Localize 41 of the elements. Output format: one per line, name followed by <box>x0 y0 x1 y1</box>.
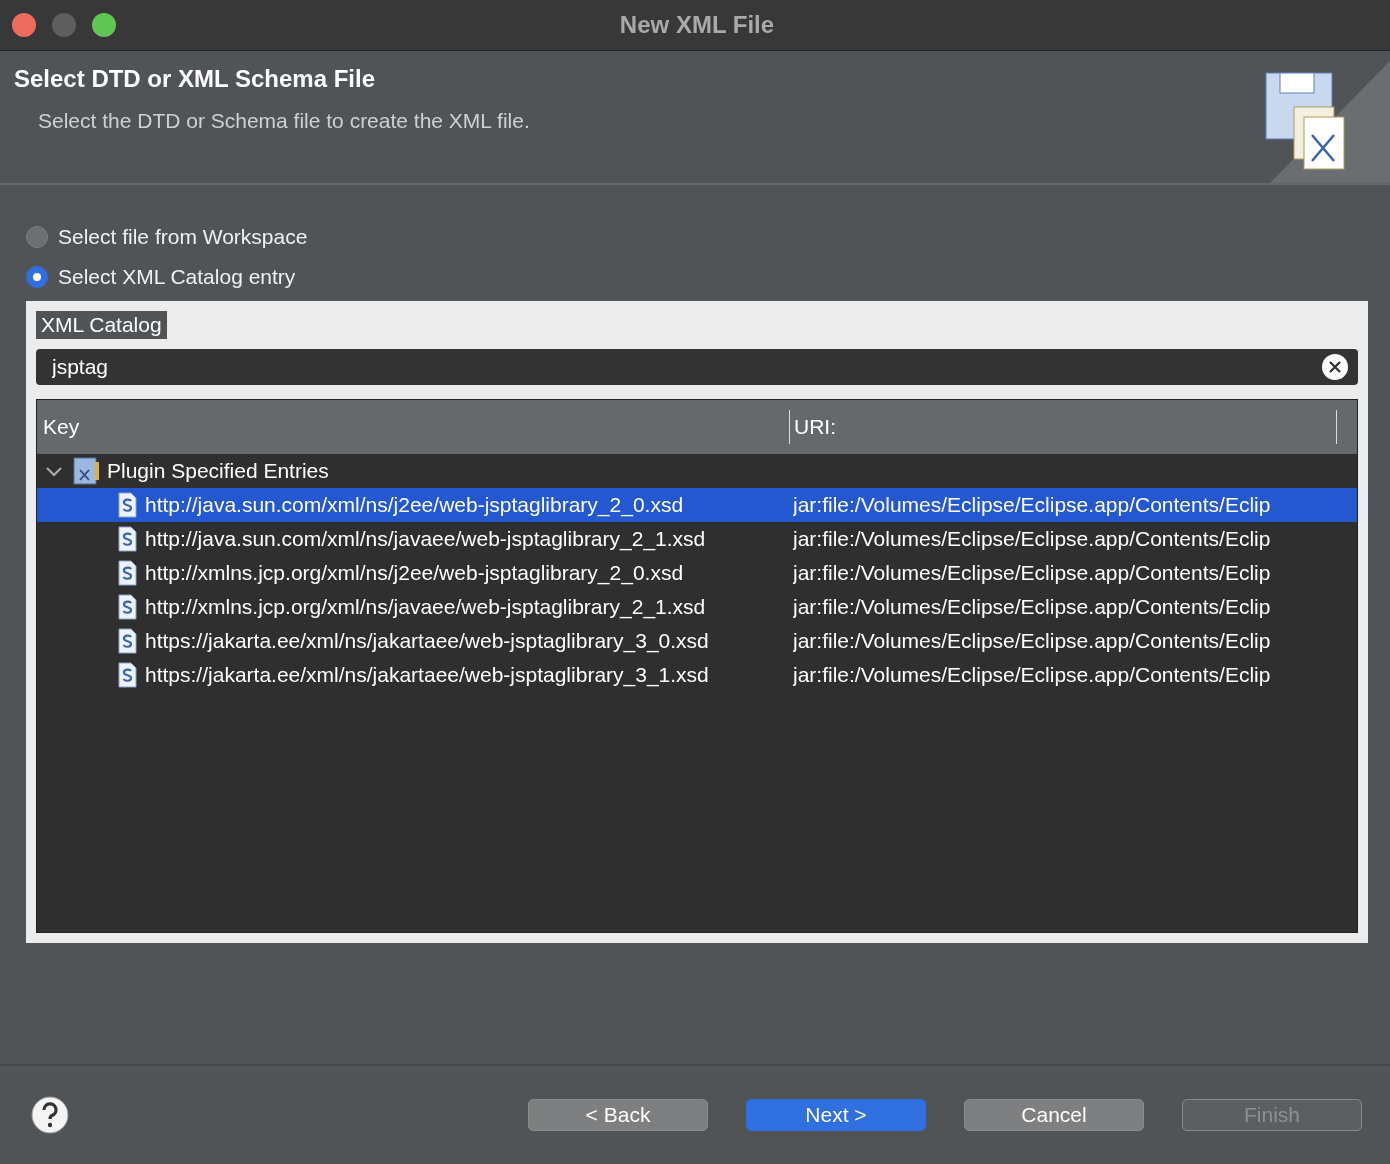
wizard-button[interactable]: < Back <box>528 1099 708 1131</box>
catalog-row[interactable]: http://java.sun.com/xml/ns/j2ee/web-jsptaglibrary_2_0.xsd jar:file:/Volumes/Eclipse/Eclipse.app/Contents/Eclip <box>37 488 1357 522</box>
schema-file-icon <box>117 492 137 518</box>
uri-text: jar:file:/Volumes/Eclipse/Eclipse.app/Contents/Eclip <box>793 595 1272 619</box>
schema-file-icon <box>117 594 137 620</box>
radio-option[interactable]: Select XML Catalog entry <box>26 257 1368 297</box>
key-text: http://java.sun.com/xml/ns/javaee/web-jsptaglibrary_2_1.xsd <box>145 527 706 551</box>
uri-text: jar:file:/Volumes/Eclipse/Eclipse.app/Contents/Eclip <box>793 561 1272 585</box>
catalog-row[interactable]: https://jakarta.ee/xml/ns/jakartaee/web-jsptaglibrary_3_1.xsd jar:file:/Volumes/Eclipse/Eclipse.app/Contents/Eclip <box>37 658 1357 692</box>
key-text: https://jakarta.ee/xml/ns/jakartaee/web-jsptaglibrary_3_0.xsd <box>145 629 709 653</box>
page-title: Select DTD or XML Schema File <box>14 65 376 93</box>
close-icon[interactable] <box>12 13 36 37</box>
uri-text: jar:file:/Volumes/Eclipse/Eclipse.app/Contents/Eclip <box>793 663 1272 687</box>
catalog-icon <box>71 457 101 485</box>
uri-text: jar:file:/Volumes/Eclipse/Eclipse.app/Contents/Eclip <box>793 629 1272 653</box>
uri-text: jar:file:/Volumes/Eclipse/Eclipse.app/Contents/Eclip <box>793 527 1272 551</box>
catalog-row[interactable]: http://java.sun.com/xml/ns/javaee/web-jsptaglibrary_2_1.xsd jar:file:/Volumes/Eclipse/Eclipse.app/Contents/Eclip <box>37 522 1357 556</box>
page-description: Select the DTD or Schema file to create the XML file. <box>37 109 530 133</box>
column-header[interactable]: URI: <box>789 410 1337 444</box>
key-text: https://jakarta.ee/xml/ns/jakartaee/web-jsptaglibrary_3_1.xsd <box>145 663 709 687</box>
column-header[interactable]: Key <box>37 410 789 444</box>
schema-file-icon <box>117 628 137 654</box>
zoom-icon[interactable] <box>92 13 116 37</box>
group-label: XML Catalog <box>36 311 167 339</box>
uri-text: jar:file:/Volumes/Eclipse/Eclipse.app/Contents/Eclip <box>793 493 1272 517</box>
tree-group-label[interactable]: Plugin Specified Entries <box>107 459 329 483</box>
wizard-button[interactable]: Cancel <box>964 1099 1144 1131</box>
key-text: http://java.sun.com/xml/ns/j2ee/web-jsptaglibrary_2_0.xsd <box>145 493 684 517</box>
radio-option[interactable]: Select file from Workspace <box>26 217 1368 257</box>
schema-file-icon <box>117 526 137 552</box>
schema-file-icon <box>117 662 137 688</box>
catalog-row[interactable]: https://jakarta.ee/xml/ns/jakartaee/web-jsptaglibrary_3_0.xsd jar:file:/Volumes/Eclipse/Eclipse.app/Contents/Eclip <box>37 624 1357 658</box>
schema-file-icon <box>117 560 137 586</box>
help-icon[interactable] <box>30 1095 70 1135</box>
key-text: http://xmlns.jcp.org/xml/ns/javaee/web-jsptaglibrary_2_1.xsd <box>145 595 706 619</box>
wizard-button[interactable]: Next > <box>746 1099 926 1131</box>
key-text: http://xmlns.jcp.org/xml/ns/j2ee/web-jsptaglibrary_2_0.xsd <box>145 561 684 585</box>
window-title: New XML File <box>619 11 776 39</box>
search-field[interactable]: jsptag <box>36 349 1358 385</box>
catalog-row[interactable]: http://xmlns.jcp.org/xml/ns/j2ee/web-jsptaglibrary_2_0.xsd jar:file:/Volumes/Eclipse/Eclipse.app/Contents/Eclip <box>37 556 1357 590</box>
catalog-row[interactable]: http://xmlns.jcp.org/xml/ns/javaee/web-jsptaglibrary_2_1.xsd jar:file:/Volumes/Eclipse/Eclipse.app/Contents/Eclip <box>37 590 1357 624</box>
